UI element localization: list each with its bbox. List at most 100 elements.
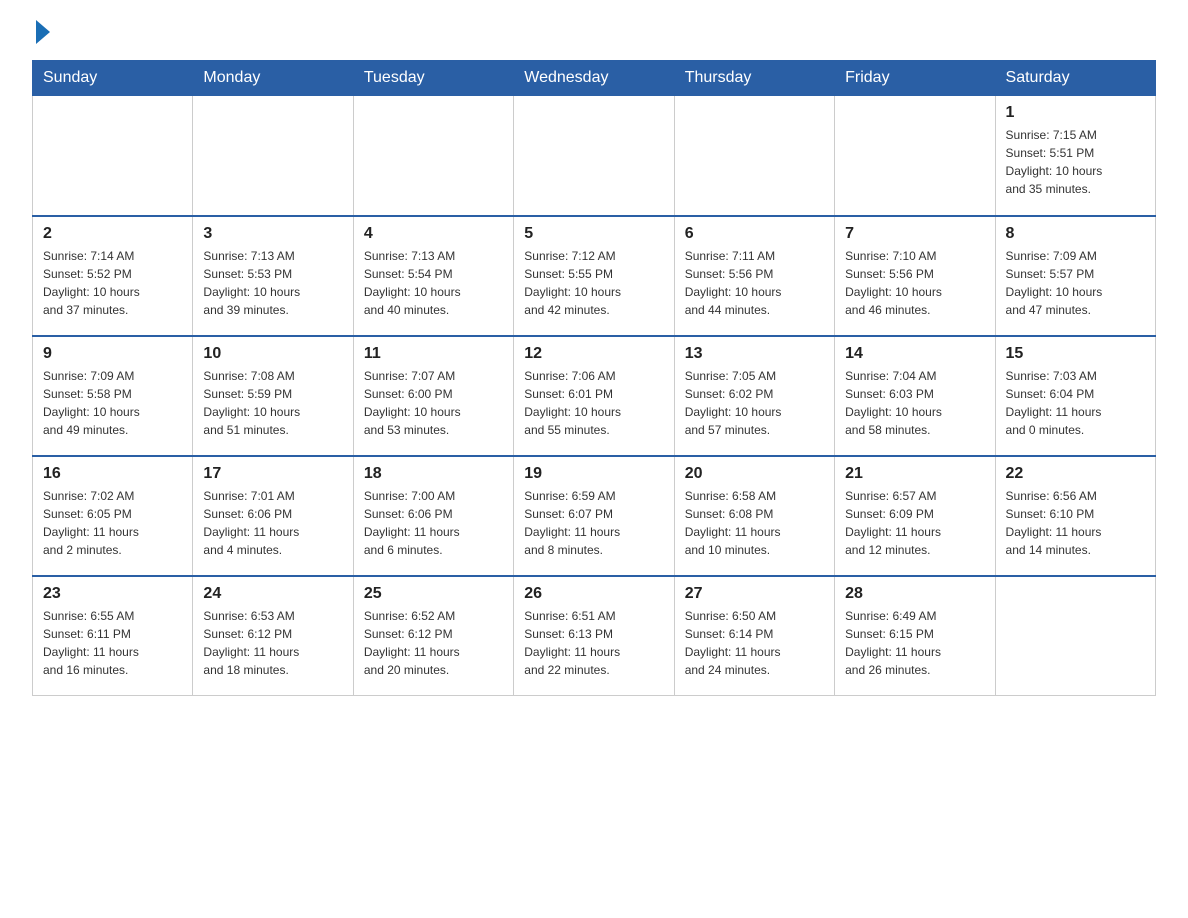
calendar-cell: 13Sunrise: 7:05 AMSunset: 6:02 PMDayligh… bbox=[674, 336, 834, 456]
day-info: Sunrise: 7:09 AMSunset: 5:58 PMDaylight:… bbox=[43, 367, 182, 439]
day-info: Sunrise: 6:55 AMSunset: 6:11 PMDaylight:… bbox=[43, 607, 182, 679]
day-info: Sunrise: 7:02 AMSunset: 6:05 PMDaylight:… bbox=[43, 487, 182, 559]
calendar-cell: 22 Sunrise: 6:56 AMSunset: 6:10 PMDayligh… bbox=[995, 456, 1155, 576]
day-info: Sunrise: 6:56 AMSunset: 6:10 PMDaylight:… bbox=[1006, 487, 1145, 559]
day-number: 1 bbox=[1006, 104, 1145, 122]
calendar-cell: 12 Sunrise: 7:06 AMSunset: 6:01 PMDayligh… bbox=[514, 336, 674, 456]
day-number: 14 bbox=[845, 345, 984, 363]
calendar-cell bbox=[33, 96, 193, 216]
calendar-cell bbox=[514, 96, 674, 216]
calendar-cell: 6 Sunrise: 7:11 AMSunset: 5:56 PMDaylight… bbox=[674, 216, 834, 336]
day-number: 5 bbox=[524, 225, 663, 243]
calendar-cell bbox=[193, 96, 353, 216]
day-number: 11 bbox=[364, 345, 503, 363]
calendar-cell: 14 Sunrise: 7:04 AMSunset: 6:03 PMDayligh… bbox=[835, 336, 995, 456]
calendar-cell: 2 Sunrise: 7:14 AMSunset: 5:52 PMDaylight… bbox=[33, 216, 193, 336]
day-info: Sunrise: 7:01 AMSunset: 6:06 PMDaylight:… bbox=[203, 487, 342, 559]
day-number: 27 bbox=[685, 585, 824, 603]
day-info: Sunrise: 6:57 AMSunset: 6:09 PMDaylight:… bbox=[845, 487, 984, 559]
day-info: Sunrise: 7:04 AMSunset: 6:03 PMDaylight:… bbox=[845, 367, 984, 439]
calendar-week-row: 16 Sunrise: 7:02 AMSunset: 6:05 PMDayligh… bbox=[33, 456, 1156, 576]
day-info: Sunrise: 7:13 AMSunset: 5:54 PMDaylight:… bbox=[364, 247, 503, 319]
day-of-week-header: Wednesday bbox=[514, 61, 674, 96]
day-info: Sunrise: 7:11 AMSunset: 5:56 PMDaylight:… bbox=[685, 247, 824, 319]
calendar-cell: 27 Sunrise: 6:50 AMSunset: 6:14 PMDayligh… bbox=[674, 576, 834, 696]
day-of-week-header: Tuesday bbox=[353, 61, 513, 96]
day-info: Sunrise: 6:53 AMSunset: 6:12 PMDaylight:… bbox=[203, 607, 342, 679]
day-number: 6 bbox=[685, 225, 824, 243]
calendar-cell: 11 Sunrise: 7:07 AMSunset: 6:00 PMDayligh… bbox=[353, 336, 513, 456]
calendar-cell: 25Sunrise: 6:52 AMSunset: 6:12 PMDayligh… bbox=[353, 576, 513, 696]
day-number: 21 bbox=[845, 465, 984, 483]
calendar-cell: 20Sunrise: 6:58 AMSunset: 6:08 PMDayligh… bbox=[674, 456, 834, 576]
calendar-week-row: 2 Sunrise: 7:14 AMSunset: 5:52 PMDaylight… bbox=[33, 216, 1156, 336]
calendar-cell: 5 Sunrise: 7:12 AMSunset: 5:55 PMDaylight… bbox=[514, 216, 674, 336]
day-number: 22 bbox=[1006, 465, 1145, 483]
day-info: Sunrise: 7:06 AMSunset: 6:01 PMDaylight:… bbox=[524, 367, 663, 439]
day-info: Sunrise: 6:51 AMSunset: 6:13 PMDaylight:… bbox=[524, 607, 663, 679]
day-info: Sunrise: 7:00 AMSunset: 6:06 PMDaylight:… bbox=[364, 487, 503, 559]
calendar-cell: 8Sunrise: 7:09 AMSunset: 5:57 PMDaylight… bbox=[995, 216, 1155, 336]
calendar-cell bbox=[674, 96, 834, 216]
day-info: Sunrise: 7:13 AMSunset: 5:53 PMDaylight:… bbox=[203, 247, 342, 319]
day-number: 9 bbox=[43, 345, 182, 363]
day-number: 3 bbox=[203, 225, 342, 243]
calendar-cell: 23Sunrise: 6:55 AMSunset: 6:11 PMDayligh… bbox=[33, 576, 193, 696]
day-info: Sunrise: 6:59 AMSunset: 6:07 PMDaylight:… bbox=[524, 487, 663, 559]
day-number: 13 bbox=[685, 345, 824, 363]
day-number: 17 bbox=[203, 465, 342, 483]
day-number: 19 bbox=[524, 465, 663, 483]
calendar-cell: 15 Sunrise: 7:03 AMSunset: 6:04 PMDayligh… bbox=[995, 336, 1155, 456]
day-number: 26 bbox=[524, 585, 663, 603]
day-of-week-header: Friday bbox=[835, 61, 995, 96]
day-info: Sunrise: 7:14 AMSunset: 5:52 PMDaylight:… bbox=[43, 247, 182, 319]
calendar-cell: 26 Sunrise: 6:51 AMSunset: 6:13 PMDayligh… bbox=[514, 576, 674, 696]
day-info: Sunrise: 7:03 AMSunset: 6:04 PMDaylight:… bbox=[1006, 367, 1145, 439]
day-of-week-header: Monday bbox=[193, 61, 353, 96]
calendar-cell bbox=[995, 576, 1155, 696]
calendar-header-row: SundayMondayTuesdayWednesdayThursdayFrid… bbox=[33, 61, 1156, 96]
day-number: 20 bbox=[685, 465, 824, 483]
day-of-week-header: Sunday bbox=[33, 61, 193, 96]
day-info: Sunrise: 7:12 AMSunset: 5:55 PMDaylight:… bbox=[524, 247, 663, 319]
calendar-cell bbox=[835, 96, 995, 216]
calendar-cell: 9 Sunrise: 7:09 AMSunset: 5:58 PMDaylight… bbox=[33, 336, 193, 456]
calendar-cell bbox=[353, 96, 513, 216]
calendar-week-row: 1 Sunrise: 7:15 AMSunset: 5:51 PMDaylight… bbox=[33, 96, 1156, 216]
calendar-cell: 21 Sunrise: 6:57 AMSunset: 6:09 PMDayligh… bbox=[835, 456, 995, 576]
day-number: 12 bbox=[524, 345, 663, 363]
calendar-cell: 3 Sunrise: 7:13 AMSunset: 5:53 PMDaylight… bbox=[193, 216, 353, 336]
day-info: Sunrise: 7:10 AMSunset: 5:56 PMDaylight:… bbox=[845, 247, 984, 319]
day-of-week-header: Thursday bbox=[674, 61, 834, 96]
day-number: 25 bbox=[364, 585, 503, 603]
day-of-week-header: Saturday bbox=[995, 61, 1155, 96]
day-number: 10 bbox=[203, 345, 342, 363]
calendar-cell: 28 Sunrise: 6:49 AMSunset: 6:15 PMDayligh… bbox=[835, 576, 995, 696]
day-number: 4 bbox=[364, 225, 503, 243]
calendar-week-row: 23Sunrise: 6:55 AMSunset: 6:11 PMDayligh… bbox=[33, 576, 1156, 696]
day-number: 2 bbox=[43, 225, 182, 243]
day-number: 7 bbox=[845, 225, 984, 243]
day-info: Sunrise: 7:15 AMSunset: 5:51 PMDaylight:… bbox=[1006, 126, 1145, 198]
calendar-cell: 18 Sunrise: 7:00 AMSunset: 6:06 PMDayligh… bbox=[353, 456, 513, 576]
day-info: Sunrise: 7:07 AMSunset: 6:00 PMDaylight:… bbox=[364, 367, 503, 439]
day-number: 24 bbox=[203, 585, 342, 603]
day-info: Sunrise: 6:49 AMSunset: 6:15 PMDaylight:… bbox=[845, 607, 984, 679]
day-info: Sunrise: 6:50 AMSunset: 6:14 PMDaylight:… bbox=[685, 607, 824, 679]
calendar-week-row: 9 Sunrise: 7:09 AMSunset: 5:58 PMDaylight… bbox=[33, 336, 1156, 456]
logo-arrow-icon bbox=[36, 20, 50, 44]
calendar-cell: 16 Sunrise: 7:02 AMSunset: 6:05 PMDayligh… bbox=[33, 456, 193, 576]
day-number: 16 bbox=[43, 465, 182, 483]
day-info: Sunrise: 7:09 AMSunset: 5:57 PMDaylight:… bbox=[1006, 247, 1145, 319]
calendar-cell: 1 Sunrise: 7:15 AMSunset: 5:51 PMDaylight… bbox=[995, 96, 1155, 216]
logo bbox=[32, 24, 50, 42]
day-number: 18 bbox=[364, 465, 503, 483]
calendar-cell: 19 Sunrise: 6:59 AMSunset: 6:07 PMDayligh… bbox=[514, 456, 674, 576]
page-header bbox=[32, 24, 1156, 42]
day-info: Sunrise: 7:08 AMSunset: 5:59 PMDaylight:… bbox=[203, 367, 342, 439]
calendar-cell: 4 Sunrise: 7:13 AMSunset: 5:54 PMDaylight… bbox=[353, 216, 513, 336]
calendar-table: SundayMondayTuesdayWednesdayThursdayFrid… bbox=[32, 60, 1156, 696]
day-number: 28 bbox=[845, 585, 984, 603]
day-number: 15 bbox=[1006, 345, 1145, 363]
calendar-cell: 10 Sunrise: 7:08 AMSunset: 5:59 PMDayligh… bbox=[193, 336, 353, 456]
